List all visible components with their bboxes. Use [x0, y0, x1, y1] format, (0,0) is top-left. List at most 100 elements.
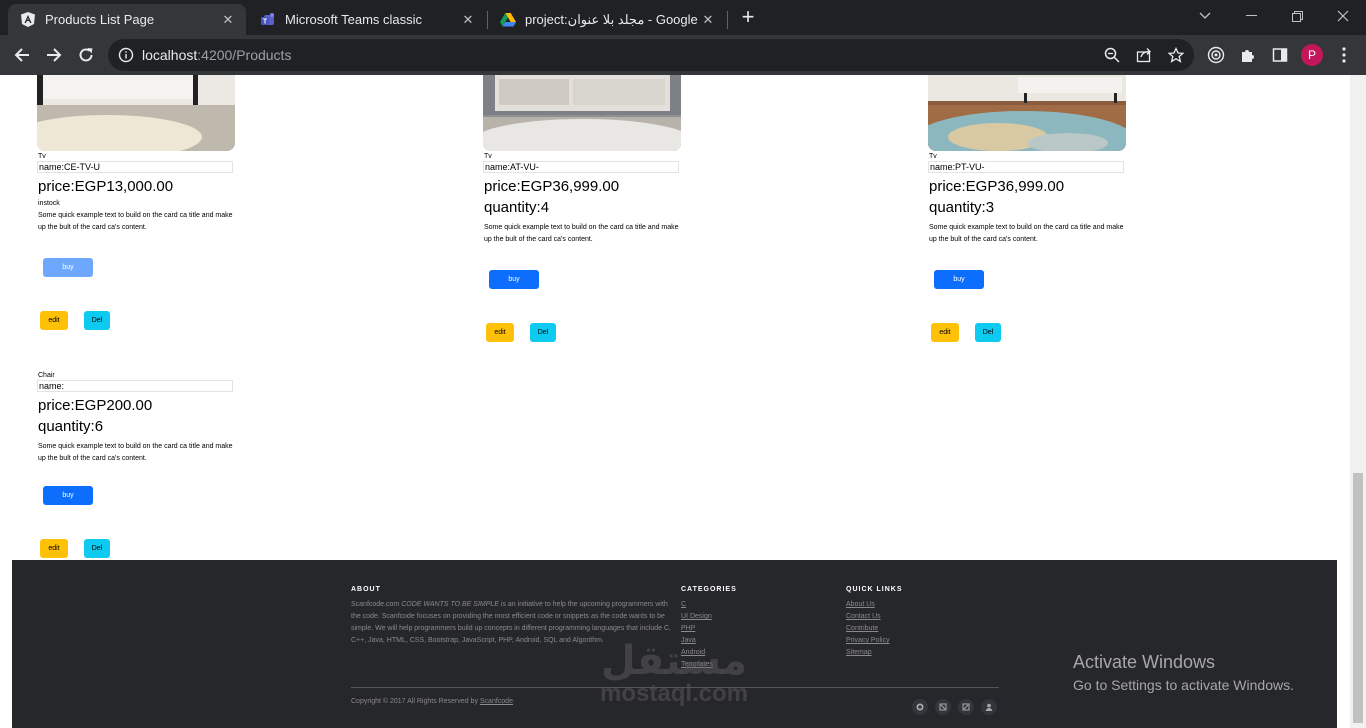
footer-link-contact-us[interactable]: Contact Us — [846, 611, 890, 623]
forward-button[interactable] — [40, 41, 68, 69]
edit-button[interactable]: edit — [40, 539, 68, 558]
buy-button[interactable]: buy — [43, 486, 93, 505]
social-icon-3[interactable] — [958, 699, 974, 715]
product-quantity: quantity:6 — [38, 418, 104, 435]
address-bar[interactable]: localhost:4200/Products — [108, 39, 1194, 71]
product-category: Chair — [38, 372, 55, 379]
extension-target-icon[interactable] — [1202, 41, 1230, 69]
edit-button[interactable]: edit — [931, 323, 959, 342]
edit-button[interactable]: edit — [40, 311, 68, 330]
buy-button[interactable]: buy — [934, 270, 984, 289]
tab-microsoft-teams[interactable]: T Microsoft Teams classic ✕ — [248, 4, 486, 35]
product-description: Some quick example text to build on the … — [929, 224, 1124, 243]
windows-activation-notice: Activate Windows Go to Settings to activ… — [1073, 652, 1294, 693]
product-card: Tv name:CE-TV-U price:EGP13,000.00 insto… — [37, 75, 237, 234]
footer-about-tagline: CODE WANTS TO BE SIMPLE — [401, 601, 499, 608]
back-button[interactable] — [8, 41, 36, 69]
arrow-right-icon — [47, 48, 62, 62]
product-price: price:EGP36,999.00 — [484, 178, 620, 195]
product-category: Tv — [38, 153, 46, 160]
bookmark-star-icon[interactable] — [1162, 41, 1190, 69]
product-name-field[interactable]: name:AT-VU- — [483, 161, 679, 173]
url-text: localhost:4200/Products — [142, 47, 291, 63]
tab-title: Microsoft Teams classic — [285, 12, 423, 27]
footer-link-about-us[interactable]: About Us — [846, 599, 890, 611]
product-image — [928, 75, 1126, 151]
teams-icon: T — [260, 12, 276, 28]
menu-kebab-icon[interactable] — [1330, 41, 1358, 69]
tab-title: project:مجلد بلا عنوان - Google Dr — [525, 11, 700, 27]
product-price: price:EGP200.00 — [38, 397, 153, 414]
product-name-field[interactable]: name: — [37, 380, 233, 392]
activate-title: Activate Windows — [1073, 652, 1216, 672]
footer-link-c[interactable]: C — [681, 599, 713, 611]
side-panel-icon[interactable] — [1266, 41, 1294, 69]
close-icon[interactable]: ✕ — [460, 12, 476, 28]
url-path: :4200/Products — [197, 47, 292, 63]
footer-categories-heading: CATEGORIES — [681, 586, 737, 593]
product-card: Tv name:AT-VU- price:EGP36,999.00 quanti… — [483, 75, 683, 246]
buy-button[interactable]: buy — [489, 270, 539, 289]
scrollbar-thumb[interactable] — [1353, 473, 1363, 723]
minimize-button[interactable] — [1228, 0, 1274, 32]
footer-link-privacy-policy[interactable]: Privacy Policy — [846, 635, 890, 647]
mostaql-watermark-logo: مستقل mostaql.com — [600, 640, 748, 706]
product-quantity: quantity:4 — [484, 199, 550, 216]
footer-quicklinks-list: About Us Contact Us Contribute Privacy P… — [846, 599, 890, 659]
footer-copyright: Copyright © 2017 All Rights Reserved by … — [351, 696, 513, 708]
product-name-field[interactable]: name:PT-VU- — [928, 161, 1124, 173]
angular-icon — [20, 12, 36, 28]
share-icon[interactable] — [1130, 41, 1158, 69]
close-icon[interactable]: ✕ — [220, 12, 236, 28]
product-description: Some quick example text to build on the … — [38, 212, 233, 231]
footer-link-php[interactable]: PHP — [681, 623, 713, 635]
reload-button[interactable] — [72, 41, 100, 69]
product-category: Tv — [484, 153, 492, 160]
footer-link-contribute[interactable]: Contribute — [846, 623, 890, 635]
product-image — [37, 75, 235, 151]
product-price: price:EGP13,000.00 — [38, 178, 174, 195]
activate-subtitle: Go to Settings to activate Windows. — [1073, 677, 1294, 693]
reload-icon — [79, 48, 93, 62]
extensions-puzzle-icon[interactable] — [1234, 41, 1262, 69]
footer-link-sitemap[interactable]: Sitemap — [846, 647, 890, 659]
product-card: Tv name:PT-VU- price:EGP36,999.00 quanti… — [928, 75, 1128, 246]
product-category: Tv — [929, 153, 937, 160]
browser-toolbar: localhost:4200/Products P — [0, 35, 1366, 75]
footer-about-heading: ABOUT — [351, 586, 381, 593]
buy-button[interactable]: buy — [43, 258, 93, 277]
profile-avatar[interactable]: P — [1298, 41, 1326, 69]
product-quantity: quantity:3 — [929, 199, 995, 216]
copyright-link[interactable]: Scanfcode — [480, 698, 513, 705]
zoom-icon[interactable] — [1098, 41, 1126, 69]
edit-button[interactable]: edit — [486, 323, 514, 342]
tab-google-drive[interactable]: project:مجلد بلا عنوان - Google Dr ✕ — [488, 4, 726, 35]
new-tab-button[interactable]: + — [736, 4, 760, 29]
user-icon[interactable] — [981, 699, 997, 715]
page-scrollbar[interactable] — [1350, 75, 1366, 728]
tab-search-chevron-icon[interactable] — [1182, 0, 1228, 32]
product-name-field[interactable]: name:CE-TV-U — [37, 161, 233, 173]
copyright-text: Copyright © 2017 All Rights Reserved by — [351, 698, 480, 705]
watermark-arabic: مستقل — [600, 638, 748, 684]
delete-button[interactable]: Del — [975, 323, 1001, 342]
product-image — [483, 75, 681, 151]
page-viewport: Tv name:CE-TV-U price:EGP13,000.00 insto… — [0, 75, 1350, 728]
browser-tab-strip: Products List Page ✕ T Microsoft Teams c… — [0, 0, 1366, 35]
github-icon[interactable] — [912, 699, 928, 715]
product-stock-status: instock — [38, 200, 60, 207]
product-card: Chair name: price:EGP200.00 quantity:6 S… — [37, 370, 237, 465]
close-icon[interactable]: ✕ — [700, 12, 716, 28]
restore-button[interactable] — [1274, 0, 1320, 32]
footer-link-ui-design[interactable]: UI Design — [681, 611, 713, 623]
site-info-icon[interactable] — [118, 47, 134, 68]
tab-products-list[interactable]: Products List Page ✕ — [8, 4, 246, 35]
delete-button[interactable]: Del — [530, 323, 556, 342]
watermark-latin: mostaql.com — [600, 680, 749, 707]
social-icon-2[interactable] — [935, 699, 951, 715]
close-window-button[interactable] — [1320, 0, 1366, 32]
avatar: P — [1301, 44, 1323, 66]
delete-button[interactable]: Del — [84, 539, 110, 558]
product-description: Some quick example text to build on the … — [38, 443, 233, 462]
delete-button[interactable]: Del — [84, 311, 110, 330]
